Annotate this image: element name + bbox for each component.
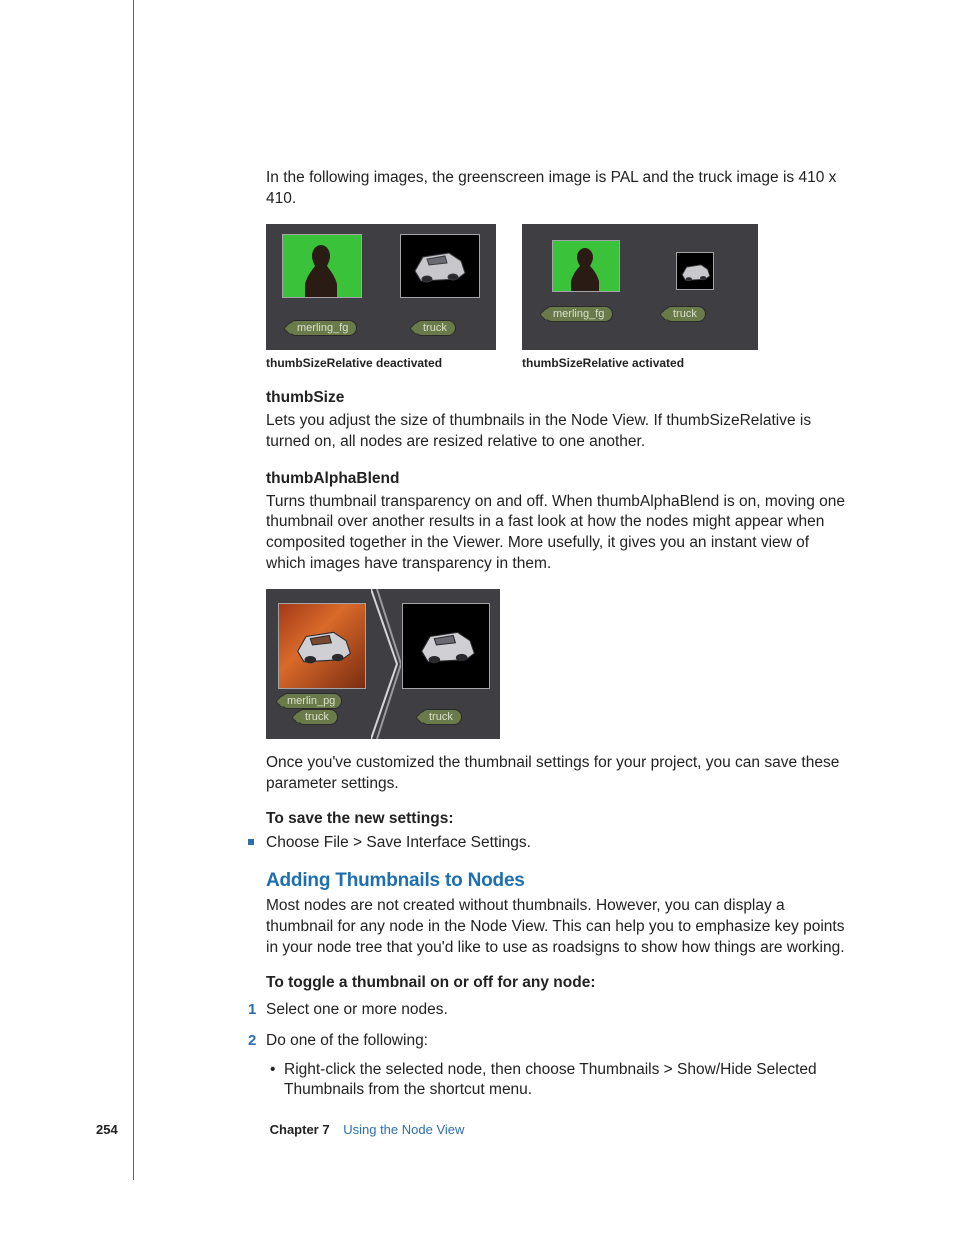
figure-captions-row: thumbSizeRelative deactivated thumbSizeR…	[266, 356, 846, 370]
step-number-1: 1	[248, 1000, 256, 1020]
save-settings-block: To save the new settings: Choose File > …	[266, 809, 846, 852]
intro-paragraph: In the following images, the greenscreen…	[266, 168, 846, 210]
step-number-2: 2	[248, 1031, 256, 1051]
truck-icon	[293, 626, 355, 666]
body-thumbsize: Lets you adjust the size of thumbnails i…	[266, 411, 846, 453]
bullet-save-settings: Choose File > Save Interface Settings.	[266, 834, 846, 852]
woman-silhouette-icon	[301, 241, 341, 297]
step-2a: Right-click the selected node, then choo…	[284, 1060, 846, 1102]
figure-row-1: merling_fg truck merling_fg truck	[266, 224, 846, 350]
bullet-save-text: Choose File > Save Interface Settings.	[266, 834, 531, 851]
thumbnail-truck	[400, 234, 480, 298]
thumbnail-truck-right	[402, 603, 490, 689]
figure-thumbsize-activated: merling_fg truck	[522, 224, 758, 350]
content-column: In the following images, the greenscreen…	[266, 168, 846, 1111]
chapter-label: Chapter 7	[270, 1122, 330, 1137]
square-bullet-icon	[248, 839, 254, 845]
caption-deactivated: thumbSizeRelative deactivated	[266, 356, 496, 370]
node-pill-truck-right: truck	[420, 709, 462, 725]
page: In the following images, the greenscreen…	[0, 0, 954, 1235]
thumbnail-greenscreen	[282, 234, 362, 298]
heading-toggle-thumbnail: To toggle a thumbnail on or off for any …	[266, 973, 846, 994]
step-2-text: Do one of the following:	[266, 1032, 428, 1049]
chapter-title: Using the Node View	[343, 1122, 464, 1137]
node-pill-truck: truck	[664, 306, 706, 322]
truck-icon	[680, 261, 712, 283]
node-pill-merlin-back: merlin_pg	[280, 693, 342, 709]
section-thumbalphablend: thumbAlphaBlend Turns thumbnail transpar…	[266, 469, 846, 576]
thumbnail-composite-left	[278, 603, 366, 689]
toggle-block: To toggle a thumbnail on or off for any …	[266, 973, 846, 1102]
section-thumbsize: thumbSize Lets you adjust the size of th…	[266, 388, 846, 453]
node-pill-truck: truck	[414, 320, 456, 336]
node-pill-truck-front: truck	[296, 709, 338, 725]
left-margin-rule	[133, 0, 134, 1180]
page-footer: 254 Chapter 7 Using the Node View	[96, 1122, 856, 1137]
heading-thumbsize: thumbSize	[266, 388, 846, 409]
figure-thumbsize-deactivated: merling_fg truck	[266, 224, 496, 350]
woman-silhouette-icon	[567, 245, 603, 291]
section-body-adding-thumbnails: Most nodes are not created without thumb…	[266, 896, 846, 959]
paragraph-after-fig3: Once you've customized the thumbnail set…	[266, 753, 846, 795]
caption-activated: thumbSizeRelative activated	[522, 356, 758, 370]
step-1-text: Select one or more nodes.	[266, 1001, 448, 1018]
step-2-sublist: Right-click the selected node, then choo…	[266, 1060, 846, 1102]
heading-save-settings: To save the new settings:	[266, 809, 846, 830]
truck-icon	[417, 626, 479, 666]
truck-icon	[411, 247, 469, 285]
numbered-steps: 1 Select one or more nodes. 2 Do one of …	[266, 1000, 846, 1102]
section-heading-adding-thumbnails: Adding Thumbnails to Nodes	[266, 870, 846, 892]
heading-thumbalphablend: thumbAlphaBlend	[266, 469, 846, 490]
page-number: 254	[96, 1122, 266, 1137]
divider-chevron-icon	[371, 589, 401, 739]
body-thumbalphablend: Turns thumbnail transparency on and off.…	[266, 492, 846, 576]
node-pill-merling: merling_fg	[544, 306, 613, 322]
step-2: 2 Do one of the following: Right-click t…	[266, 1031, 846, 1102]
thumbnail-greenscreen	[552, 240, 620, 292]
node-pill-merling: merling_fg	[288, 320, 357, 336]
figure-alphablend: merlin_pg truck truck	[266, 589, 500, 739]
step-1: 1 Select one or more nodes.	[266, 1000, 846, 1021]
thumbnail-truck-small	[676, 252, 714, 290]
